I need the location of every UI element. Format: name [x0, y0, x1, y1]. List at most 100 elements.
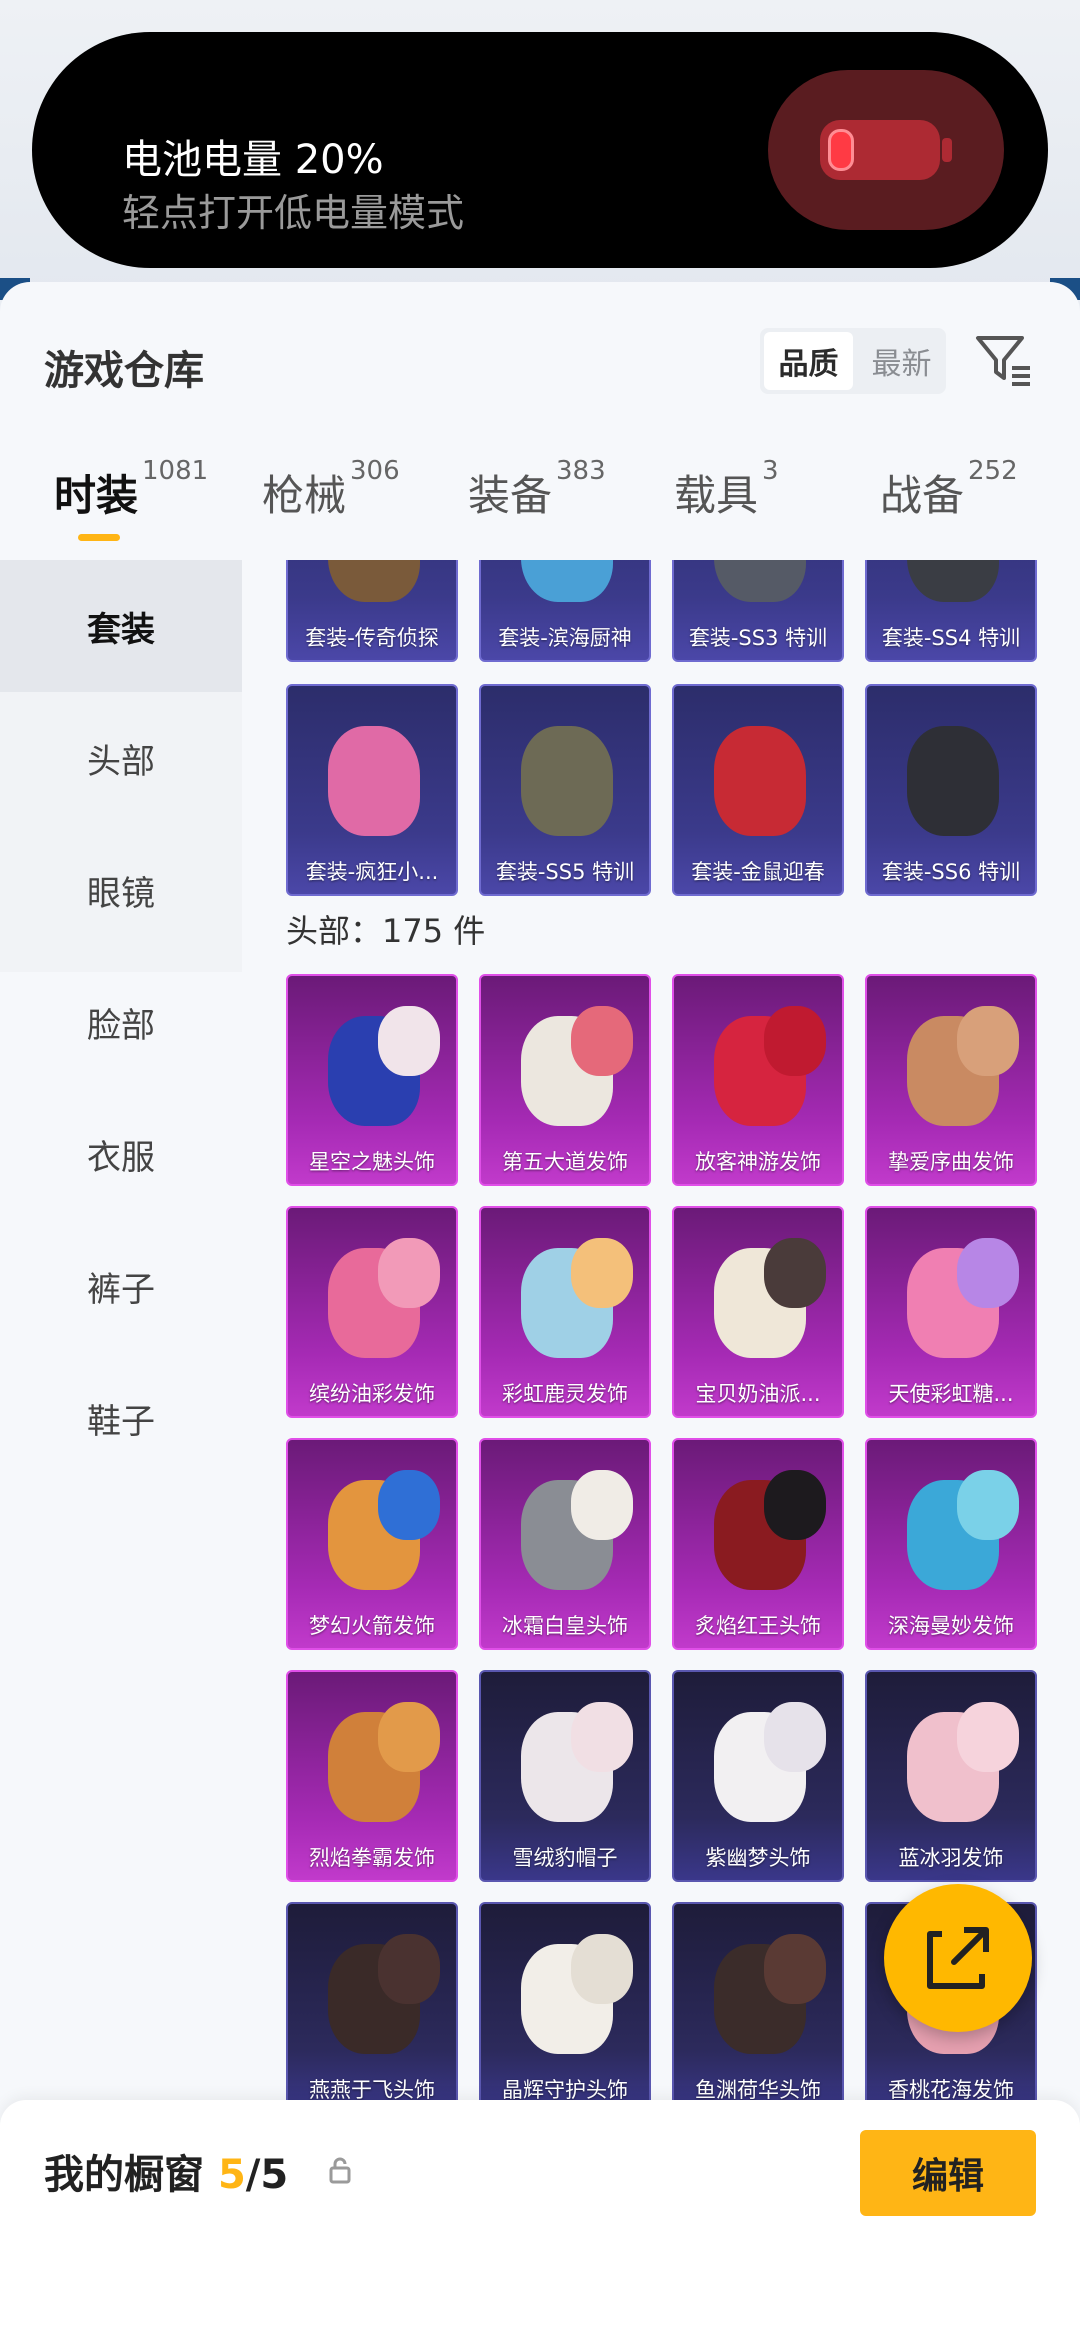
sidebar-item-face[interactable]: 脸部 [0, 956, 242, 1088]
item-thumbnail [328, 726, 420, 836]
item-thumbnail-detail [378, 1702, 440, 1772]
item-card[interactable]: 天使彩虹糖... [865, 1206, 1037, 1418]
item-card[interactable]: 套装-SS3 特训 [672, 560, 844, 662]
item-card[interactable]: 套装-SS6 特训 [865, 684, 1037, 896]
item-thumbnail-detail [957, 1006, 1019, 1076]
item-name: 套装-SS4 特训 [881, 626, 1021, 650]
item-card[interactable]: 套装-SS4 特训 [865, 560, 1037, 662]
sidebar-item-label: 裤子 [87, 1269, 155, 1310]
sort-option-latest[interactable]: 最新 [857, 332, 946, 390]
item-name: 紫幽梦头饰 [705, 1846, 811, 1870]
item-thumbnail [714, 560, 806, 602]
item-card[interactable]: 燕燕于飞头饰 [286, 1902, 458, 2100]
item-thumbnail-detail [571, 1702, 633, 1772]
item-card[interactable]: 宝贝奶油派... [672, 1206, 844, 1418]
tab-guns[interactable]: 枪械 306 [262, 456, 400, 558]
item-name: 香桃花海发饰 [888, 2078, 1014, 2100]
warehouse-sheet: 游戏仓库 品质 最新 时装 1081 枪械 306 装备 383 载具 3 战备 252 [0, 282, 1080, 2341]
item-thumbnail-detail [571, 1238, 633, 1308]
item-name: 彩虹鹿灵发饰 [502, 1382, 628, 1406]
item-thumbnail-detail [571, 1006, 633, 1076]
item-card[interactable]: 梦幻火箭发饰 [286, 1438, 458, 1650]
item-card[interactable]: 套装-金鼠迎春 [672, 684, 844, 896]
item-thumbnail-detail [571, 1934, 633, 2004]
sidebar-item-label: 头部 [87, 741, 155, 782]
sort-option-quality[interactable]: 品质 [764, 332, 853, 390]
item-card[interactable]: 放客神游发饰 [672, 974, 844, 1186]
item-card[interactable]: 冰霜白皇头饰 [479, 1438, 651, 1650]
item-name: 鱼渊荷华头饰 [695, 2078, 821, 2100]
item-card[interactable]: 套装-传奇侦探 [286, 560, 458, 662]
tab-equipment[interactable]: 装备 383 [468, 456, 606, 558]
tab-label: 枪械 [262, 471, 347, 520]
item-card[interactable]: 套装-滨海厨神 [479, 560, 651, 662]
sidebar-item-glasses[interactable]: 眼镜 [0, 824, 242, 956]
item-card[interactable]: 套装-疯狂小... [286, 684, 458, 896]
item-card[interactable]: 雪绒豹帽子 [479, 1670, 651, 1882]
item-thumbnail [714, 726, 806, 836]
item-name: 套装-滨海厨神 [498, 626, 632, 650]
tab-label: 战备 [880, 471, 965, 520]
item-grid: 套装-传奇侦探 套装-滨海厨神 套装-SS3 特训 套装-SS4 特训 套装-疯… [242, 560, 1080, 2100]
item-card[interactable]: 紫幽梦头饰 [672, 1670, 844, 1882]
item-name: 套装-SS5 特训 [495, 860, 635, 884]
item-thumbnail-detail [378, 1470, 440, 1540]
item-card[interactable]: 晶辉守护头饰 [479, 1902, 651, 2100]
item-thumbnail-detail [378, 1934, 440, 2004]
edit-button[interactable]: 编辑 [860, 2130, 1036, 2216]
section-header-head: 头部：175 件 [286, 912, 486, 950]
item-thumbnail [907, 726, 999, 836]
item-card[interactable]: 星空之魅头饰 [286, 974, 458, 1186]
item-card[interactable]: 烈焰拳霸发饰 [286, 1670, 458, 1882]
battery-subtitle: 轻点打开低电量模式 [122, 191, 465, 235]
item-name: 套装-SS6 特训 [881, 860, 1021, 884]
item-card[interactable]: 挚爱序曲发饰 [865, 974, 1037, 1186]
sidebar-item-shoes[interactable]: 鞋子 [0, 1352, 242, 1484]
battery-title: 电池电量 20% [122, 137, 384, 183]
item-card[interactable]: 套装-SS5 特训 [479, 684, 651, 896]
share-button[interactable] [884, 1884, 1032, 2032]
item-card[interactable]: 彩虹鹿灵发饰 [479, 1206, 651, 1418]
item-card[interactable]: 第五大道发饰 [479, 974, 651, 1186]
sidebar-item-suits[interactable]: 套装 [0, 560, 242, 692]
tab-vehicles[interactable]: 载具 3 [674, 456, 779, 558]
item-name: 第五大道发饰 [502, 1150, 628, 1174]
item-name: 深海曼妙发饰 [888, 1614, 1014, 1638]
item-name: 天使彩虹糖... [888, 1382, 1014, 1406]
sidebar-item-label: 眼镜 [87, 873, 155, 914]
tab-count: 383 [556, 456, 606, 486]
tab-count: 306 [350, 456, 400, 486]
tab-label: 装备 [468, 471, 553, 520]
item-card[interactable]: 鱼渊荷华头饰 [672, 1902, 844, 2100]
low-battery-banner[interactable]: 电池电量 20% 轻点打开低电量模式 [32, 32, 1048, 268]
item-card[interactable]: 深海曼妙发饰 [865, 1438, 1037, 1650]
sidebar-item-head[interactable]: 头部 [0, 692, 242, 824]
page-title: 游戏仓库 [44, 348, 204, 394]
item-card[interactable]: 蓝冰羽发饰 [865, 1670, 1037, 1882]
tab-fashion[interactable]: 时装 1081 [54, 456, 208, 558]
item-name: 放客神游发饰 [695, 1150, 821, 1174]
tab-label: 载具 [674, 471, 759, 520]
battery-cap [942, 138, 952, 162]
item-card[interactable]: 炙焰红王头饰 [672, 1438, 844, 1650]
battery-body [820, 120, 940, 180]
active-tab-indicator [78, 534, 120, 541]
item-thumbnail [907, 560, 999, 602]
item-name: 套装-疯狂小... [305, 860, 439, 884]
item-thumbnail-detail [957, 1238, 1019, 1308]
showcase-title: 我的橱窗 [44, 2152, 204, 2198]
item-name: 套装-金鼠迎春 [691, 860, 825, 884]
item-card[interactable]: 缤纷油彩发饰 [286, 1206, 458, 1418]
tab-count: 1081 [142, 456, 209, 486]
sidebar-item-clothes[interactable]: 衣服 [0, 1088, 242, 1220]
tab-supplies[interactable]: 战备 252 [880, 456, 1018, 558]
lock-icon [326, 2156, 354, 2184]
showcase-total: /5 [245, 2152, 289, 2198]
tab-count: 252 [968, 456, 1018, 486]
filter-icon[interactable] [972, 328, 1036, 392]
item-thumbnail-detail [571, 1470, 633, 1540]
category-tabs: 时装 1081 枪械 306 装备 383 载具 3 战备 252 [0, 456, 1080, 558]
item-thumbnail [328, 560, 420, 602]
item-thumbnail-detail [378, 1006, 440, 1076]
sidebar-item-pants[interactable]: 裤子 [0, 1220, 242, 1352]
